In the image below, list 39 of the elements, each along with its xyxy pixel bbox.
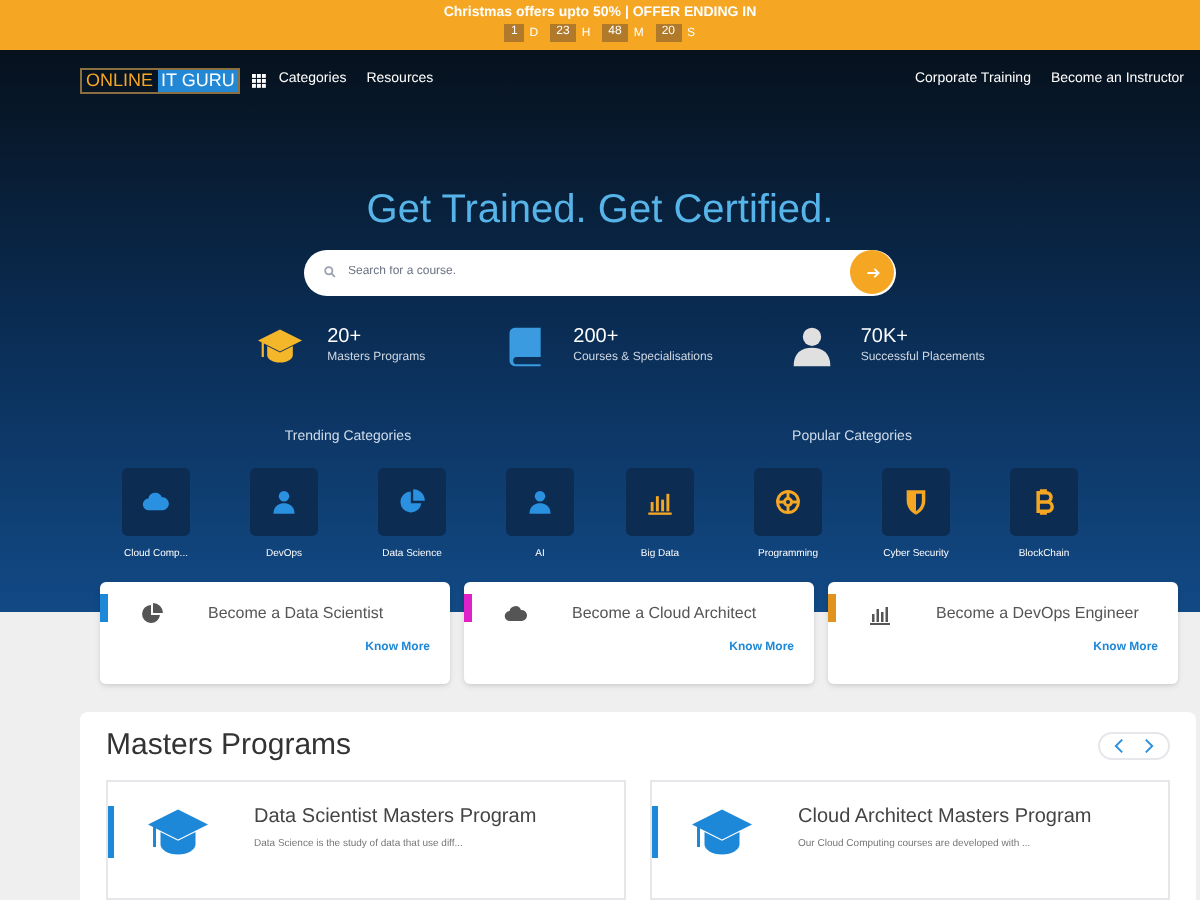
category-tile[interactable] xyxy=(754,468,822,537)
stat-value: 200+ xyxy=(573,325,621,350)
career-card-title: Become a Cloud Architect xyxy=(572,601,757,625)
cloud-icon xyxy=(504,601,528,625)
program-title: Data Scientist Masters Program xyxy=(254,804,537,832)
category-tile[interactable] xyxy=(250,468,318,537)
accent-bar xyxy=(108,806,114,858)
grid-icon xyxy=(252,74,267,89)
arrow-icon xyxy=(865,265,879,280)
user-icon xyxy=(270,488,298,517)
bitcoin-icon xyxy=(1030,488,1058,517)
search-submit-button[interactable] xyxy=(850,250,894,295)
category-tile[interactable] xyxy=(122,468,190,537)
site-logo[interactable]: ONLINE IT GURU xyxy=(80,68,241,95)
search-icon xyxy=(324,266,336,279)
hero-title: Get Trained. Get Certified. xyxy=(364,185,836,234)
stat-value: 70K+ xyxy=(860,325,910,350)
career-card-title: Become a DevOps Engineer xyxy=(936,601,1139,625)
logo-text: IT GURU xyxy=(157,70,239,93)
chevron-right-icon[interactable] xyxy=(1142,737,1156,754)
shield-icon xyxy=(902,488,930,517)
chevron-left-icon[interactable] xyxy=(1112,737,1126,754)
category-tile[interactable] xyxy=(626,468,694,537)
section-title: Masters Programs xyxy=(106,725,352,765)
pie-chart-icon xyxy=(140,601,164,625)
category-tile[interactable] xyxy=(1010,468,1078,537)
bar-chart-icon xyxy=(868,601,892,625)
bar-chart-icon xyxy=(646,488,674,517)
accent-bar xyxy=(652,806,658,858)
hub-icon xyxy=(774,488,802,517)
stat-value: 20+ xyxy=(327,325,364,350)
user-icon xyxy=(526,488,554,517)
program-title: Cloud Architect Masters Program xyxy=(798,804,1092,832)
category-tile[interactable] xyxy=(882,468,950,537)
career-card-title: Become a Data Scientist xyxy=(208,601,384,625)
logo-text: ONLINE xyxy=(84,70,156,93)
pie-chart-icon xyxy=(398,488,426,517)
category-tile[interactable] xyxy=(378,468,446,537)
category-tile[interactable] xyxy=(506,468,574,537)
